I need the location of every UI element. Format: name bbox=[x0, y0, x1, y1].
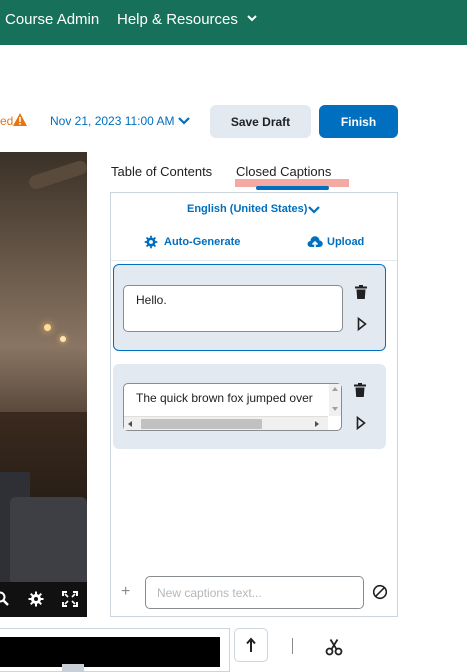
video-frame-detail bbox=[44, 324, 51, 331]
vertical-scrollbar[interactable] bbox=[329, 384, 341, 416]
auto-generate-icon[interactable] bbox=[143, 235, 159, 249]
upload-button[interactable]: Upload bbox=[327, 236, 364, 248]
video-controls bbox=[0, 582, 87, 617]
nav-help-resources[interactable]: Help & Resources bbox=[117, 11, 257, 28]
new-caption-input[interactable]: New captions text... bbox=[145, 576, 364, 609]
chevron-down-icon bbox=[247, 15, 257, 22]
divider bbox=[292, 638, 293, 654]
upload-icon[interactable] bbox=[307, 235, 323, 249]
add-caption-icon[interactable]: + bbox=[121, 583, 130, 601]
chevron-down-icon[interactable] bbox=[308, 205, 320, 215]
gear-icon[interactable] bbox=[28, 591, 44, 607]
search-icon[interactable] bbox=[0, 591, 10, 607]
cancel-icon[interactable] bbox=[372, 584, 388, 600]
scroll-right-arrow-icon[interactable] bbox=[314, 420, 320, 428]
auto-generate-button[interactable]: Auto-Generate bbox=[164, 236, 240, 248]
scroll-up-arrow-icon[interactable] bbox=[331, 386, 339, 392]
video-frame-detail bbox=[10, 497, 87, 587]
scrollbar-thumb[interactable] bbox=[141, 419, 262, 429]
fullscreen-icon[interactable] bbox=[62, 591, 78, 607]
divider bbox=[111, 260, 397, 261]
video-frame-detail bbox=[60, 336, 66, 342]
play-icon[interactable] bbox=[356, 416, 366, 430]
trash-icon[interactable] bbox=[354, 383, 366, 397]
caption-item[interactable]: The quick brown fox jumped over bbox=[113, 364, 386, 449]
scroll-down-arrow-icon[interactable] bbox=[331, 406, 339, 412]
language-dropdown[interactable]: English (United States) bbox=[187, 203, 307, 215]
tab-table-of-contents[interactable]: Table of Contents bbox=[111, 164, 212, 179]
active-tab-indicator bbox=[256, 186, 329, 190]
publish-date-dropdown[interactable]: Nov 21, 2023 11:00 AM bbox=[50, 114, 175, 128]
tab-closed-captions[interactable]: Closed Captions bbox=[236, 164, 331, 179]
scissors-icon[interactable] bbox=[325, 638, 343, 656]
warning-icon bbox=[13, 113, 27, 126]
caption-text-field[interactable]: Hello. bbox=[123, 285, 343, 332]
finish-button[interactable]: Finish bbox=[319, 105, 398, 138]
top-navigation-bar: Course Admin Help & Resources bbox=[0, 0, 467, 45]
scroll-left-arrow-icon[interactable] bbox=[127, 420, 133, 428]
trash-icon[interactable] bbox=[355, 285, 367, 299]
video-frame bbox=[0, 152, 87, 412]
set-marker-button[interactable] bbox=[234, 628, 268, 662]
save-draft-button[interactable]: Save Draft bbox=[210, 105, 311, 138]
caption-text: The quick brown fox jumped over bbox=[136, 391, 313, 405]
chevron-down-icon[interactable] bbox=[178, 116, 190, 126]
video-player[interactable] bbox=[0, 152, 87, 617]
horizontal-scrollbar[interactable] bbox=[124, 416, 328, 430]
arrow-up-icon bbox=[246, 637, 256, 652]
nav-course-admin-label: Course Admin bbox=[5, 11, 100, 28]
nav-course-admin[interactable]: Course Admin bbox=[5, 11, 99, 28]
caption-item[interactable]: Hello. bbox=[113, 264, 386, 351]
nav-help-resources-label: Help & Resources bbox=[117, 11, 238, 28]
play-icon[interactable] bbox=[357, 317, 367, 331]
timeline-segment[interactable] bbox=[0, 637, 220, 667]
timeline-marker[interactable] bbox=[62, 664, 84, 672]
